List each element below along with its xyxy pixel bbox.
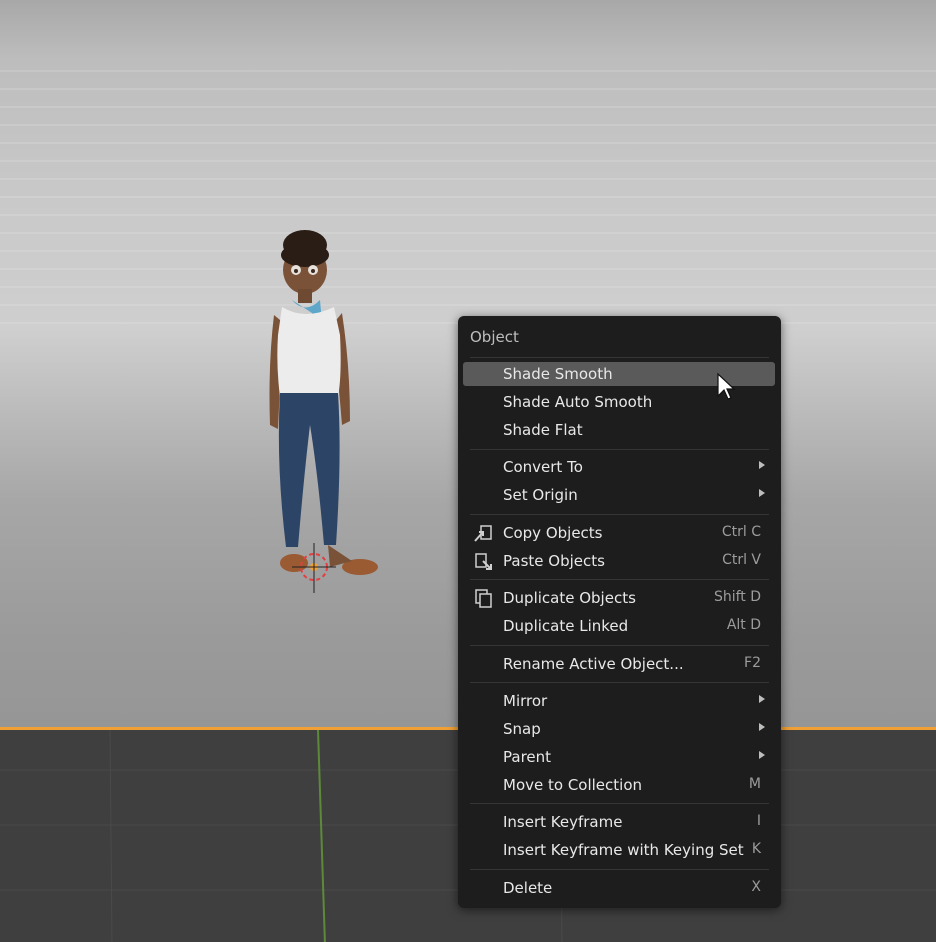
menu-separator (470, 645, 769, 646)
shortcut-label: Ctrl C (721, 524, 761, 540)
menu-item-duplicate-linked[interactable]: Duplicate Linked Alt D (463, 614, 775, 638)
submenu-arrow-icon (759, 695, 765, 703)
menu-item-move-to-collection[interactable]: Move to Collection M (463, 773, 775, 797)
copy-objects-icon (473, 523, 495, 547)
menu-item-label: Set Origin (503, 486, 578, 504)
shortcut-label: X (751, 879, 761, 895)
menu-item-label: Duplicate Linked (503, 617, 629, 635)
mouse-pointer-icon (717, 372, 736, 400)
menu-separator (470, 357, 769, 358)
character-model[interactable] (250, 225, 390, 595)
shortcut-label: Ctrl V (722, 552, 761, 568)
menu-item-duplicate-objects[interactable]: Duplicate Objects Shift D (463, 586, 775, 610)
menu-item-paste-objects[interactable]: Paste Objects Ctrl V (463, 549, 775, 573)
menu-item-label: Shade Auto Smooth (503, 393, 653, 411)
menu-item-label: Mirror (503, 692, 548, 710)
submenu-arrow-icon (759, 489, 765, 497)
menu-item-label: Snap (503, 720, 541, 738)
menu-item-insert-keyframe-keying-set[interactable]: Insert Keyframe with Keying Set K (463, 838, 775, 862)
menu-item-label: Insert Keyframe (503, 813, 623, 831)
menu-item-delete[interactable]: Delete X (463, 876, 775, 900)
menu-item-copy-objects[interactable]: Copy Objects Ctrl C (463, 521, 775, 545)
menu-item-rename-active-object[interactable]: Rename Active Object... F2 (463, 652, 775, 676)
menu-separator (470, 803, 769, 804)
menu-item-mirror[interactable]: Mirror (463, 689, 775, 713)
menu-item-label: Parent (503, 748, 552, 766)
menu-item-shade-flat[interactable]: Shade Flat (463, 418, 775, 442)
menu-item-label: Copy Objects (503, 524, 603, 542)
menu-item-label: Shade Smooth (503, 365, 613, 383)
duplicate-icon (473, 588, 495, 612)
submenu-arrow-icon (759, 461, 765, 469)
menu-separator (470, 579, 769, 580)
menu-separator (470, 869, 769, 870)
shortcut-label: F2 (744, 655, 761, 671)
menu-item-convert-to[interactable]: Convert To (463, 455, 775, 479)
menu-item-parent[interactable]: Parent (463, 745, 775, 769)
viewport-background-stripes (0, 70, 936, 330)
y-axis-line (317, 730, 326, 942)
menu-separator (470, 449, 769, 450)
menu-separator (470, 682, 769, 683)
shortcut-label: Shift D (713, 589, 761, 605)
menu-item-label: Convert To (503, 458, 583, 476)
shortcut-label: Alt D (726, 617, 761, 633)
menu-item-label: Duplicate Objects (503, 589, 636, 607)
menu-separator (470, 514, 769, 515)
menu-item-label: Rename Active Object... (503, 655, 684, 673)
menu-item-snap[interactable]: Snap (463, 717, 775, 741)
menu-item-set-origin[interactable]: Set Origin (463, 483, 775, 507)
submenu-arrow-icon (759, 751, 765, 759)
menu-item-label: Shade Flat (503, 421, 583, 439)
object-context-menu: Object Shade Smooth Shade Auto Smooth Sh… (458, 316, 781, 908)
shortcut-label: K (751, 841, 761, 857)
submenu-arrow-icon (759, 723, 765, 731)
shortcut-label: I (756, 813, 761, 829)
menu-item-label: Delete (503, 879, 553, 897)
menu-item-insert-keyframe[interactable]: Insert Keyframe I (463, 810, 775, 834)
shortcut-label: M (748, 776, 761, 792)
menu-title: Object (470, 328, 519, 346)
menu-item-label: Move to Collection (503, 776, 643, 794)
menu-item-label: Insert Keyframe with Keying Set (503, 841, 744, 859)
paste-objects-icon (473, 551, 495, 575)
menu-item-label: Paste Objects (503, 552, 605, 570)
